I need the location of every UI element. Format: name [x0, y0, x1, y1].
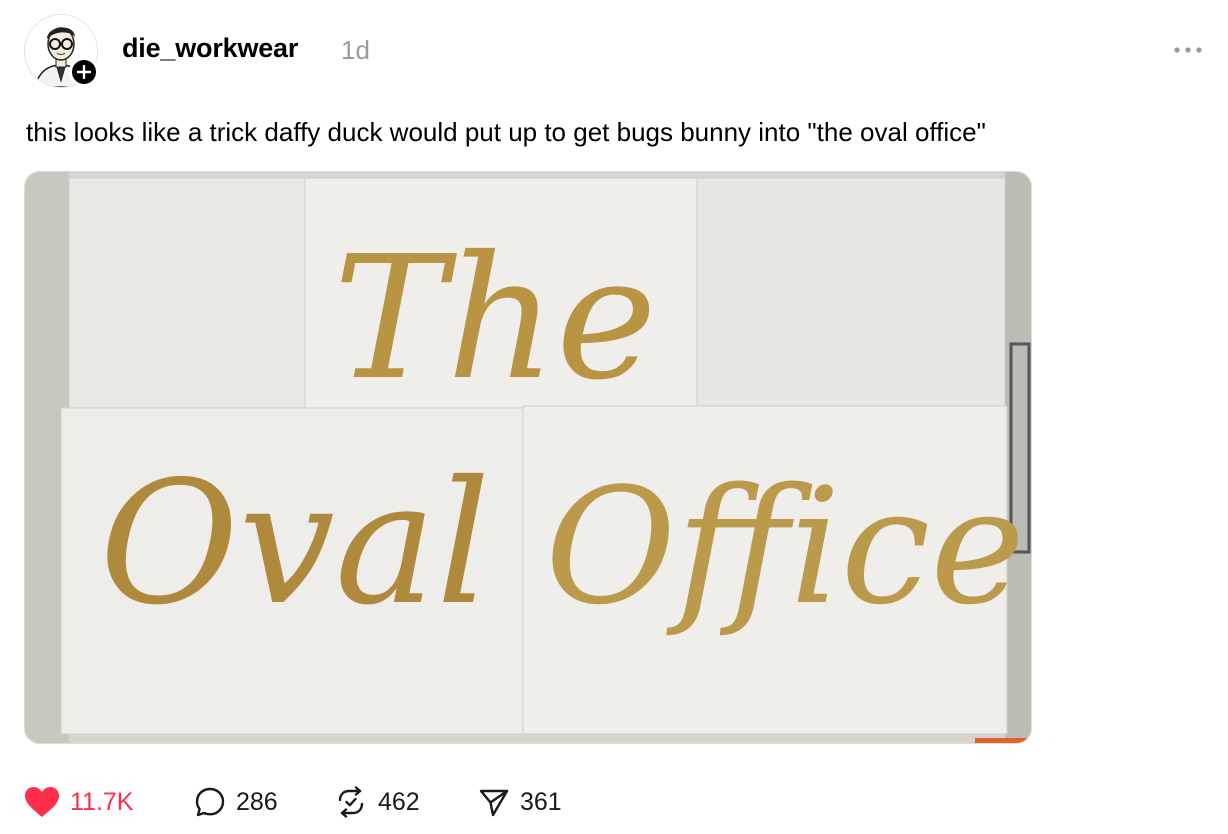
plus-icon: [77, 65, 91, 79]
repost-check-icon: [338, 786, 364, 818]
oval-office-sign-photo: The Oval Office: [25, 172, 1031, 743]
like-count: 11.7K: [70, 787, 134, 816]
sign-word-oval: Oval: [99, 445, 490, 643]
follow-button[interactable]: [69, 57, 99, 87]
post-text: this looks like a trick daffy duck would…: [26, 117, 986, 147]
repost-count: 462: [378, 787, 420, 816]
reply-button[interactable]: 286: [194, 780, 278, 824]
speech-bubble-icon: [195, 787, 225, 817]
more-options-button[interactable]: [1170, 40, 1206, 60]
ellipsis-icon: [1174, 47, 1202, 53]
sign-word-the: The: [333, 220, 656, 418]
post-timestamp: 1d: [341, 35, 370, 65]
repost-button[interactable]: 462: [334, 780, 420, 824]
paper-plane-icon: [479, 789, 509, 817]
share-count: 361: [520, 787, 562, 816]
sign-word-office: Office: [545, 453, 1025, 640]
share-button[interactable]: 361: [478, 780, 562, 824]
reply-count: 286: [236, 787, 278, 816]
heart-filled-icon: [25, 787, 59, 817]
username[interactable]: die_workwear: [122, 33, 298, 64]
like-button[interactable]: 11.7K: [24, 780, 133, 824]
post-image[interactable]: The Oval Office: [24, 171, 1032, 744]
